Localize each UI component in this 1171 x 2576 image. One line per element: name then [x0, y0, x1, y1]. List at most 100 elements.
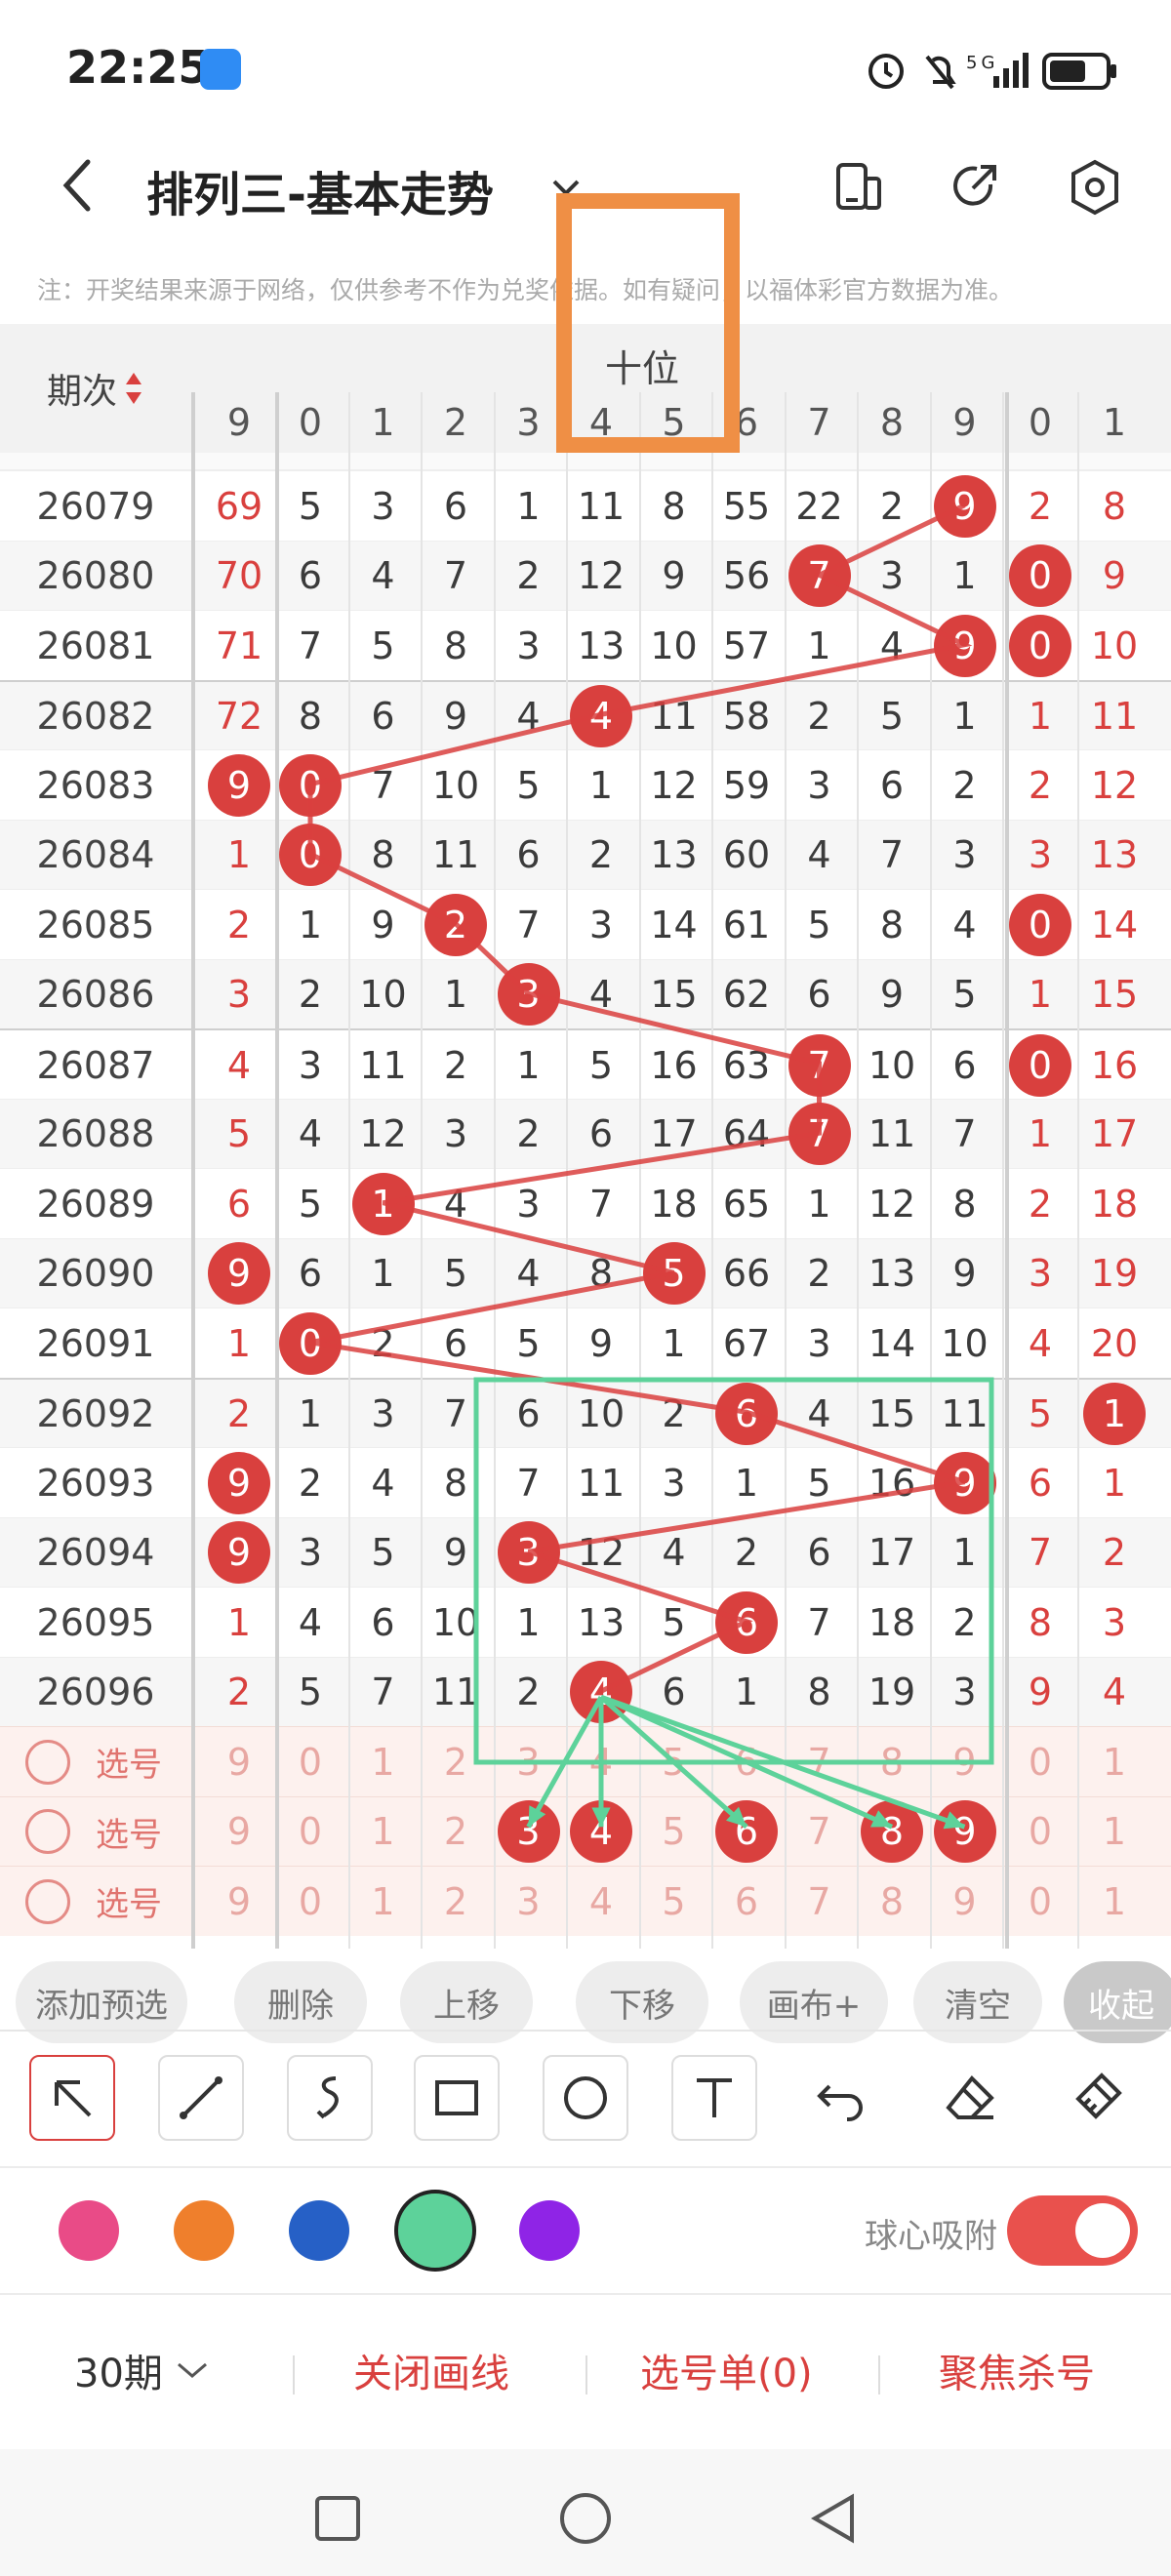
back-nav-icon[interactable] — [798, 2483, 868, 2554]
pick-row[interactable]: 选号 9 0 1 2 3 4 5 6 7 8 9 0 1 — [0, 1795, 1171, 1868]
table-row[interactable]: 26096 2 5 7 11 2 4 6 1 8 19 3 9 4 — [0, 1656, 1171, 1726]
pick-cell[interactable]: 2 — [420, 1797, 492, 1868]
pick-ball[interactable]: 8 — [861, 1800, 923, 1864]
pick-radio[interactable] — [25, 1809, 70, 1855]
snap-toggle[interactable] — [1007, 2195, 1138, 2266]
line-tool[interactable] — [158, 2055, 244, 2141]
text-tool[interactable] — [671, 2055, 757, 2141]
color-swatch[interactable] — [519, 2200, 580, 2261]
table-row[interactable]: 26081 71 7 5 8 3 13 10 57 1 4 9 0 10 — [0, 610, 1171, 680]
settings-icon[interactable] — [1064, 156, 1126, 219]
number-ball: 2 — [424, 893, 487, 956]
pick-cell[interactable]: 1 — [347, 1867, 420, 1937]
table-row[interactable]: 26082 72 8 6 9 4 4 11 58 2 5 1 1 11 — [0, 679, 1171, 749]
pick-cell[interactable]: 1 — [1078, 1867, 1151, 1937]
table-row[interactable]: 26087 4 3 11 2 1 5 16 63 7 10 6 0 16 — [0, 1028, 1171, 1099]
pick-cell[interactable]: 9 — [203, 1867, 275, 1937]
pick-cell[interactable]: 3 — [493, 1867, 565, 1937]
pick-cell[interactable]: 2 — [420, 1867, 492, 1937]
chevron-down-icon[interactable] — [546, 168, 586, 207]
pick-radio[interactable] — [25, 1878, 70, 1924]
rectangle-tool[interactable] — [414, 2055, 500, 2141]
table-row[interactable]: 26085 2 1 9 2 7 3 14 61 5 8 4 0 14 — [0, 889, 1171, 959]
pick-cell[interactable]: 7 — [784, 1797, 856, 1868]
pick-cell[interactable]: 8 — [856, 1867, 928, 1937]
pick-cell[interactable]: 6 — [710, 1867, 783, 1937]
pick-cell[interactable]: 9 — [203, 1797, 275, 1868]
pick-cell[interactable]: 5 — [638, 1867, 710, 1937]
pick-cell[interactable]: 1 — [347, 1797, 420, 1868]
recent-apps-icon[interactable] — [303, 2483, 373, 2554]
pick-ball[interactable]: 4 — [570, 1800, 632, 1864]
pick-radio[interactable] — [25, 1739, 70, 1785]
miss-cell: 1 — [516, 1043, 541, 1087]
pick-cell[interactable]: 0 — [1004, 1797, 1076, 1868]
pick-cell[interactable]: 0 — [1004, 1727, 1076, 1797]
pick-row[interactable]: 选号 9 0 1 2 3 4 5 6 7 8 9 0 1 — [0, 1726, 1171, 1796]
pick-cell[interactable]: 8 — [856, 1727, 928, 1797]
pick-cell[interactable]: 1 — [347, 1727, 420, 1797]
color-swatch[interactable] — [289, 2200, 349, 2261]
table-row[interactable]: 26086 3 2 10 1 3 4 15 62 6 9 5 1 15 — [0, 958, 1171, 1028]
table-row[interactable]: 26079 69 5 3 6 1 11 8 55 22 2 9 2 8 — [0, 470, 1171, 541]
pick-cell[interactable]: 3 — [493, 1727, 565, 1797]
curve-tool[interactable] — [287, 2055, 373, 2141]
miss-cell: 4 — [371, 1461, 395, 1505]
miss-cell: 4 — [952, 903, 977, 946]
table-row[interactable]: 26088 5 4 12 3 2 6 17 64 7 11 7 1 17 — [0, 1098, 1171, 1168]
pick-list-button[interactable]: 选号单(0) — [640, 2342, 813, 2398]
close-draw-button[interactable]: 关闭画线 — [353, 2342, 509, 2398]
home-icon[interactable] — [550, 2483, 621, 2554]
back-icon[interactable] — [49, 156, 107, 215]
pick-ball[interactable]: 9 — [933, 1800, 996, 1864]
table-row[interactable]: 26095 1 4 6 10 1 13 5 6 7 18 2 8 3 — [0, 1587, 1171, 1657]
table-row[interactable]: 26092 2 1 3 7 6 10 2 6 4 15 11 5 1 — [0, 1377, 1171, 1447]
pick-cell[interactable]: 1 — [1078, 1727, 1151, 1797]
pick-cell[interactable]: 5 — [638, 1727, 710, 1797]
eraser-button[interactable] — [927, 2055, 1013, 2141]
color-swatch[interactable] — [174, 2200, 234, 2261]
pick-cell[interactable]: 9 — [929, 1867, 1001, 1937]
pick-ball[interactable]: 6 — [715, 1800, 778, 1864]
miss-cell: 5 — [516, 763, 541, 807]
number-ball: 0 — [1009, 614, 1071, 677]
table-row[interactable]: 26094 9 3 5 9 3 12 4 2 6 17 1 7 2 — [0, 1516, 1171, 1587]
table-row[interactable]: 26089 6 5 1 4 3 7 18 65 1 12 8 2 18 — [0, 1168, 1171, 1238]
color-swatch[interactable] — [394, 2190, 476, 2272]
miss-cell: 5 — [443, 1252, 468, 1296]
share-icon[interactable] — [943, 156, 1005, 219]
table-row[interactable]: 26084 1 0 8 11 6 2 13 60 4 7 3 3 13 — [0, 819, 1171, 889]
pick-row[interactable]: 选号 9 0 1 2 3 4 5 6 7 8 9 0 1 — [0, 1866, 1171, 1936]
focus-kill-button[interactable]: 聚焦杀号 — [939, 2342, 1095, 2398]
pick-cell[interactable]: 0 — [1004, 1867, 1076, 1937]
select-tool[interactable] — [29, 2055, 115, 2141]
pick-cell[interactable]: 1 — [1078, 1797, 1151, 1868]
pick-cell[interactable]: 2 — [420, 1727, 492, 1797]
pick-cell[interactable]: 7 — [784, 1867, 856, 1937]
periods-selector[interactable]: 30期 — [74, 2342, 210, 2398]
pick-cell[interactable]: 5 — [638, 1797, 710, 1868]
pick-ball[interactable]: 3 — [497, 1800, 560, 1864]
pick-cell[interactable]: 0 — [274, 1727, 346, 1797]
layout-icon[interactable] — [828, 156, 890, 219]
circle-tool[interactable] — [543, 2055, 628, 2141]
table-row[interactable]: 26080 70 6 4 7 2 12 9 56 7 3 1 0 9 — [0, 540, 1171, 610]
pick-cell[interactable]: 0 — [274, 1867, 346, 1937]
pick-cell[interactable]: 9 — [203, 1727, 275, 1797]
pick-cell[interactable]: 7 — [784, 1727, 856, 1797]
undo-button[interactable] — [798, 2055, 884, 2141]
table-row[interactable]: 26093 9 2 4 8 7 11 3 1 5 16 9 6 1 — [0, 1447, 1171, 1517]
pick-cell[interactable]: 4 — [565, 1727, 637, 1797]
page-title[interactable]: 排列三-基本走势 — [146, 156, 494, 224]
period-cell: 26094 — [36, 1531, 155, 1575]
pick-cell[interactable]: 6 — [710, 1727, 783, 1797]
trend-table[interactable]: 期次 十位 9012345678901 26079 69 5 3 6 1 11 8 55 22 2 9… — [0, 324, 1171, 1949]
table-row[interactable]: 26083 9 0 7 10 5 1 12 59 3 6 2 2 12 — [0, 749, 1171, 820]
table-row[interactable]: 26091 1 0 2 6 5 9 1 67 3 14 10 4 20 — [0, 1308, 1171, 1378]
clear-brush-button[interactable] — [1054, 2055, 1140, 2141]
color-swatch[interactable] — [59, 2200, 119, 2261]
table-row[interactable]: 26090 9 6 1 5 4 8 5 66 2 13 9 3 19 — [0, 1237, 1171, 1308]
pick-cell[interactable]: 0 — [274, 1797, 346, 1868]
pick-cell[interactable]: 9 — [929, 1727, 1001, 1797]
pick-cell[interactable]: 4 — [565, 1867, 637, 1937]
